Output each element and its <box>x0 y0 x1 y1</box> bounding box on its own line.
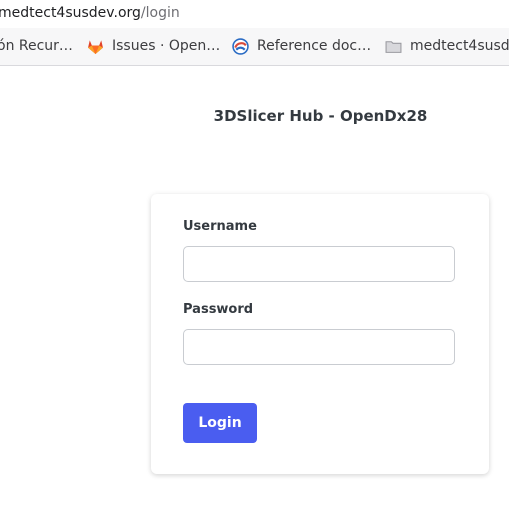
bookmark-medtect4susd[interactable]: medtect4susd <box>385 36 509 56</box>
folder-icon <box>385 38 402 55</box>
url-host: medtect4susdev.org <box>0 5 141 21</box>
bookmarks-bar: ón Recur… Issues · Open… Reference doc… … <box>0 28 509 64</box>
bookmark-label: Issues · Open… <box>112 38 221 54</box>
bookmark-label: ón Recur… <box>0 38 73 54</box>
username-label: Username <box>183 219 257 234</box>
bookmark-label: medtect4susd <box>410 38 509 54</box>
bookmark-recursos[interactable]: ón Recur… <box>0 36 73 56</box>
bookmark-issues[interactable]: Issues · Open… <box>87 36 220 56</box>
url-text[interactable]: medtect4susdev.org/login <box>0 4 180 22</box>
url-path: /login <box>140 5 180 21</box>
password-input[interactable] <box>183 329 455 365</box>
bookmark-label: Reference doc… <box>257 38 372 54</box>
gitlab-icon <box>87 38 104 55</box>
page-title: 3DSlicer Hub - OpenDx28 <box>213 107 428 125</box>
address-bar[interactable]: medtect4susdev.org/login <box>0 0 509 28</box>
password-label: Password <box>183 302 254 317</box>
login-card: Username Password Login <box>151 194 489 474</box>
login-button[interactable]: Login <box>183 403 257 443</box>
browser-chrome: medtect4susdev.org/login ón Recur… Issue… <box>0 0 509 66</box>
slicer-icon <box>232 37 249 55</box>
username-input[interactable] <box>183 246 455 282</box>
bookmark-reference-docs[interactable]: Reference doc… <box>232 36 371 56</box>
